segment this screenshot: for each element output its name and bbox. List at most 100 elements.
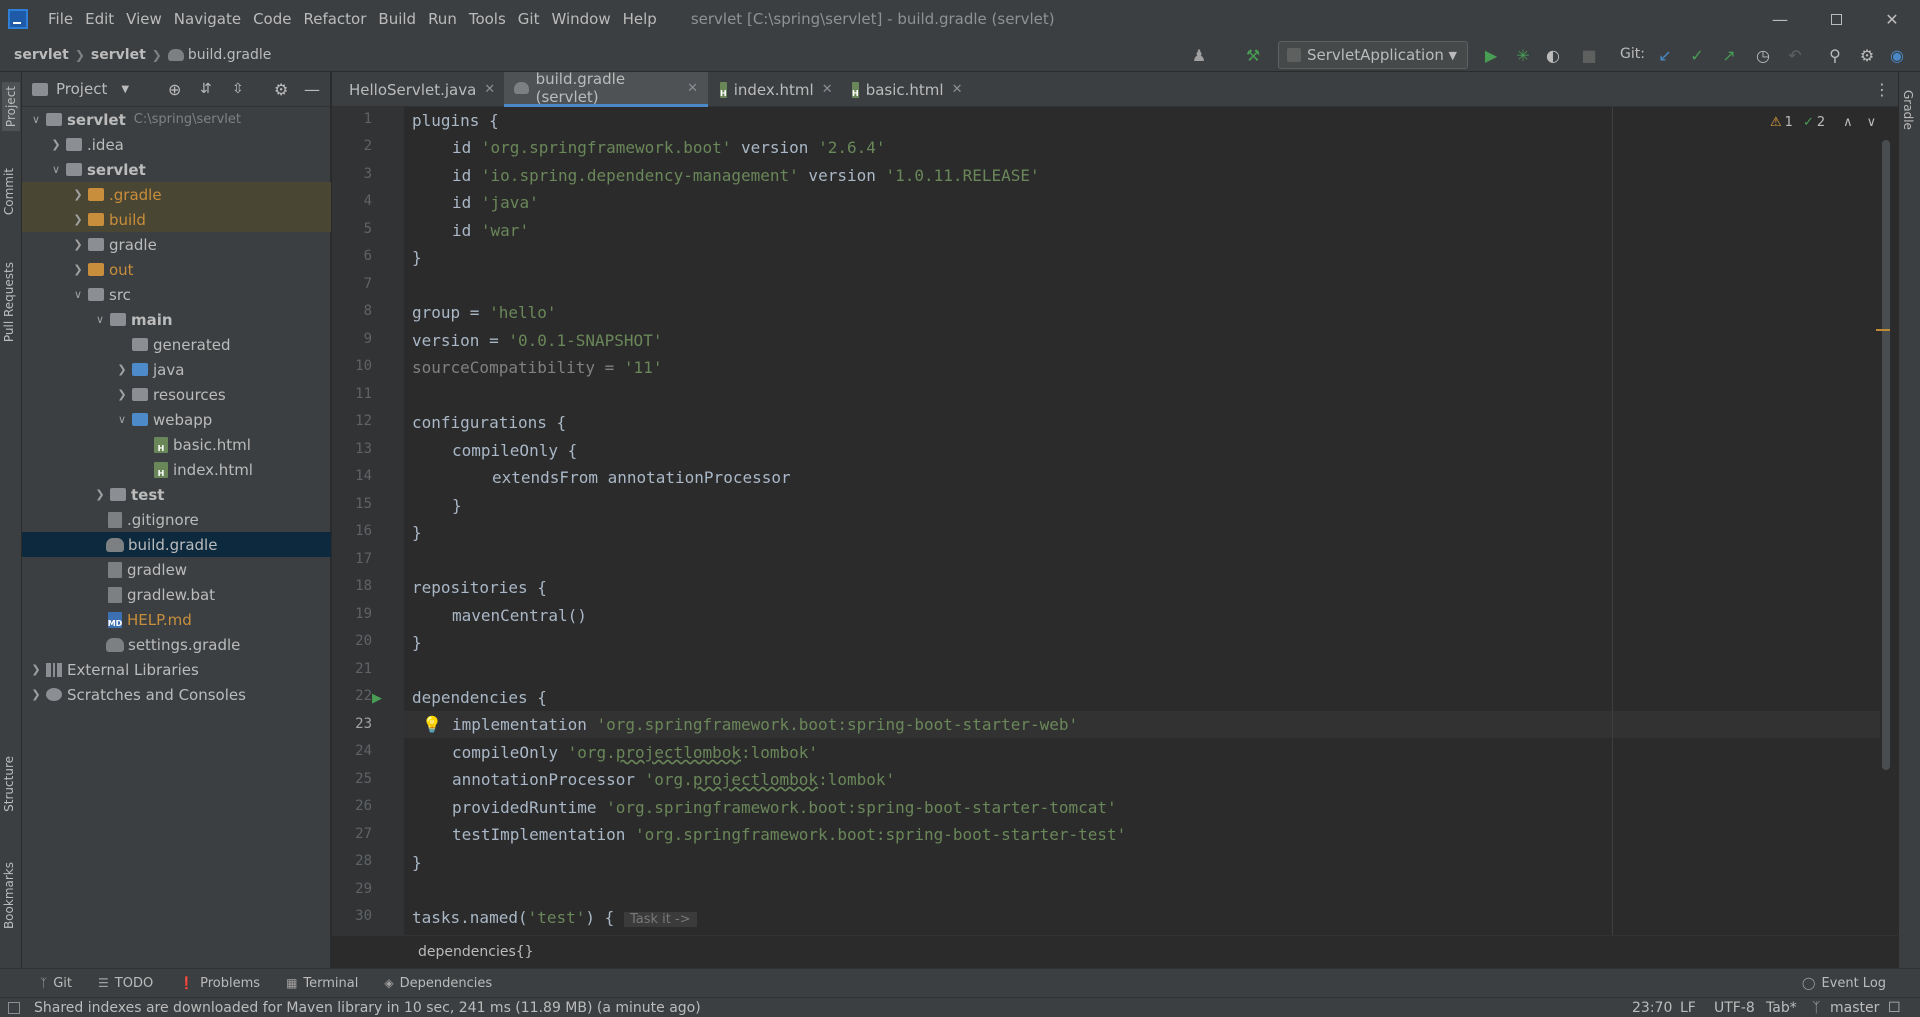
status-message[interactable]: Shared indexes are downloaded for Maven … (34, 1000, 701, 1016)
tree-item-gradlew-bat[interactable]: gradlew.bat (22, 582, 331, 607)
tree-item-build-dir[interactable]: ❯ build (22, 207, 331, 232)
chevron-right-icon[interactable]: ❯ (28, 688, 44, 701)
user-icon[interactable]: ♟ (1190, 46, 1208, 65)
restore-icon[interactable] (1808, 0, 1864, 38)
lock-icon[interactable]: ☐ (1888, 1000, 1901, 1016)
expand-all-icon[interactable]: ⇵ (200, 81, 212, 97)
tool-window-problems[interactable]: ❗ Problems (179, 976, 260, 991)
tab-basic-html[interactable]: H basic.html ✕ (842, 72, 972, 107)
settings-gear-icon[interactable]: ⚙ (1858, 46, 1876, 65)
chevron-up-icon[interactable]: ∧ (1843, 115, 1853, 130)
tree-item-gradlew[interactable]: gradlew (22, 557, 331, 582)
code-breadcrumb[interactable]: dependencies{} (418, 944, 534, 960)
minimize-icon[interactable]: — (1752, 0, 1808, 38)
tool-tab-commit[interactable]: Commit (2, 168, 16, 215)
chevron-right-icon[interactable]: ❯ (92, 488, 108, 501)
close-icon[interactable]: ✕ (952, 82, 963, 97)
git-branch[interactable]: master (1830, 1000, 1879, 1016)
tree-item-webapp[interactable]: ∨ webapp (22, 407, 331, 432)
history-icon[interactable]: ◷ (1754, 46, 1772, 65)
menu-build[interactable]: Build (372, 0, 422, 38)
chevron-down-icon[interactable]: ∨ (48, 163, 64, 176)
menu-tools[interactable]: Tools (463, 0, 512, 38)
chevron-right-icon[interactable]: ❯ (28, 663, 44, 676)
close-icon[interactable]: ✕ (822, 82, 833, 97)
menu-edit[interactable]: Edit (79, 0, 120, 38)
debug-icon[interactable]: ✳ (1514, 46, 1532, 65)
close-icon[interactable]: ✕ (687, 81, 698, 96)
editor-scrollbar[interactable] (1882, 140, 1890, 770)
build-hammer-icon[interactable]: ⚒ (1244, 46, 1262, 65)
chevron-right-icon[interactable]: ❯ (114, 388, 130, 401)
tool-window-git[interactable]: ᛉ Git (40, 976, 72, 991)
chevron-right-icon[interactable]: ❯ (114, 363, 130, 376)
tree-item-scratches[interactable]: ❯ Scratches and Consoles (22, 682, 331, 707)
git-update-icon[interactable]: ↙ (1656, 46, 1674, 65)
stop-icon[interactable]: ■ (1580, 46, 1598, 65)
chevron-down-icon[interactable]: ∨ (1867, 115, 1877, 130)
more-tabs-icon[interactable]: ⋮ (1874, 80, 1890, 99)
tree-item-index-html[interactable]: H index.html (22, 457, 331, 482)
coverage-icon[interactable]: ◐ (1544, 46, 1562, 65)
chevron-right-icon[interactable]: ❯ (70, 263, 86, 276)
locate-file-icon[interactable]: ⊕ (168, 80, 181, 99)
chevron-down-icon[interactable]: ∨ (114, 413, 130, 426)
chevron-down-icon[interactable]: ∨ (92, 313, 108, 326)
chevron-down-icon[interactable]: ∨ (70, 288, 86, 301)
tool-tab-structure[interactable]: Structure (2, 756, 16, 812)
chevron-right-icon[interactable]: ❯ (48, 138, 64, 151)
indent-setting[interactable]: Tab* (1766, 1000, 1797, 1016)
file-encoding[interactable]: UTF-8 (1714, 1000, 1755, 1016)
menu-git[interactable]: Git (512, 0, 546, 38)
caret-position[interactable]: 23:70 (1632, 1000, 1672, 1016)
tool-window-dependencies[interactable]: ◈ Dependencies (384, 976, 492, 991)
tool-tab-gradle[interactable]: Gradle (1901, 90, 1915, 130)
event-log-button[interactable]: ◯ Event Log (1802, 976, 1886, 991)
lightbulb-icon[interactable]: 💡 (422, 715, 442, 734)
tab-hello-servlet-java[interactable]: HelloServlet.java ✕ (332, 72, 502, 107)
tool-tab-bookmarks[interactable]: Bookmarks (2, 862, 16, 929)
project-view-selector[interactable]: Project (56, 80, 107, 98)
tree-item-external-libraries[interactable]: ❯ External Libraries (22, 657, 331, 682)
chevron-right-icon[interactable]: ❯ (70, 213, 86, 226)
tree-item-build-gradle[interactable]: build.gradle (22, 532, 331, 557)
tree-item-servlet-root[interactable]: ∨ servlet C:\spring\servlet (22, 107, 331, 132)
code-editor[interactable]: plugins { id 'org.springframework.boot' … (404, 107, 1880, 935)
inspection-widget[interactable]: ⚠ 1 ✓ 2 ∧ ∨ (1770, 115, 1876, 130)
tree-item-java[interactable]: ❯ java (22, 357, 331, 382)
tree-item-gradle[interactable]: ❯ gradle (22, 232, 331, 257)
run-configuration-selector[interactable]: ServletApplication ▼ (1278, 41, 1468, 69)
tree-item-settings-gradle[interactable]: settings.gradle (22, 632, 331, 657)
tool-window-terminal[interactable]: ▦ Terminal (286, 976, 358, 991)
search-icon[interactable]: ⚲ (1826, 46, 1844, 65)
menu-code[interactable]: Code (247, 0, 297, 38)
rollback-icon[interactable]: ↶ (1786, 46, 1804, 65)
menu-refactor[interactable]: Refactor (297, 0, 372, 38)
tool-window-todo[interactable]: ☰ TODO (98, 976, 153, 991)
options-gear-icon[interactable]: ⚙ (274, 80, 288, 99)
git-commit-icon[interactable]: ✓ (1688, 46, 1706, 65)
tree-item-gradle-dir[interactable]: ❯ .gradle (22, 182, 331, 207)
tree-item-src[interactable]: ∨ src (22, 282, 331, 307)
menu-view[interactable]: View (120, 0, 168, 38)
run-gutter-icon[interactable]: ▶ (372, 691, 382, 706)
breadcrumb-module[interactable]: servlet (91, 47, 146, 63)
tab-build-gradle[interactable]: build.gradle (servlet) ✕ (504, 70, 708, 107)
menu-help[interactable]: Help (617, 0, 663, 38)
tree-item-idea[interactable]: ❯ .idea (22, 132, 331, 157)
chevron-right-icon[interactable]: ❯ (70, 238, 86, 251)
tree-item-test[interactable]: ❯ test (22, 482, 331, 507)
tree-item-main[interactable]: ∨ main (22, 307, 331, 332)
menu-window[interactable]: Window (545, 0, 616, 38)
jetbrains-toolbox-icon[interactable]: ◉ (1888, 46, 1906, 65)
tree-item-basic-html[interactable]: H basic.html (22, 432, 331, 457)
chevron-right-icon[interactable]: ❯ (70, 188, 86, 201)
tree-item-resources[interactable]: ❯ resources (22, 382, 331, 407)
git-push-icon[interactable]: ↗ (1720, 46, 1738, 65)
scroll-warning-marker[interactable] (1876, 329, 1890, 331)
run-icon[interactable]: ▶ (1482, 46, 1500, 65)
chevron-down-icon[interactable]: ∨ (28, 113, 44, 126)
tree-item-help-md[interactable]: MD HELP.md (22, 607, 331, 632)
tool-windows-toggle-icon[interactable] (8, 1001, 20, 1014)
collapse-all-icon[interactable]: ⇳ (232, 81, 244, 97)
